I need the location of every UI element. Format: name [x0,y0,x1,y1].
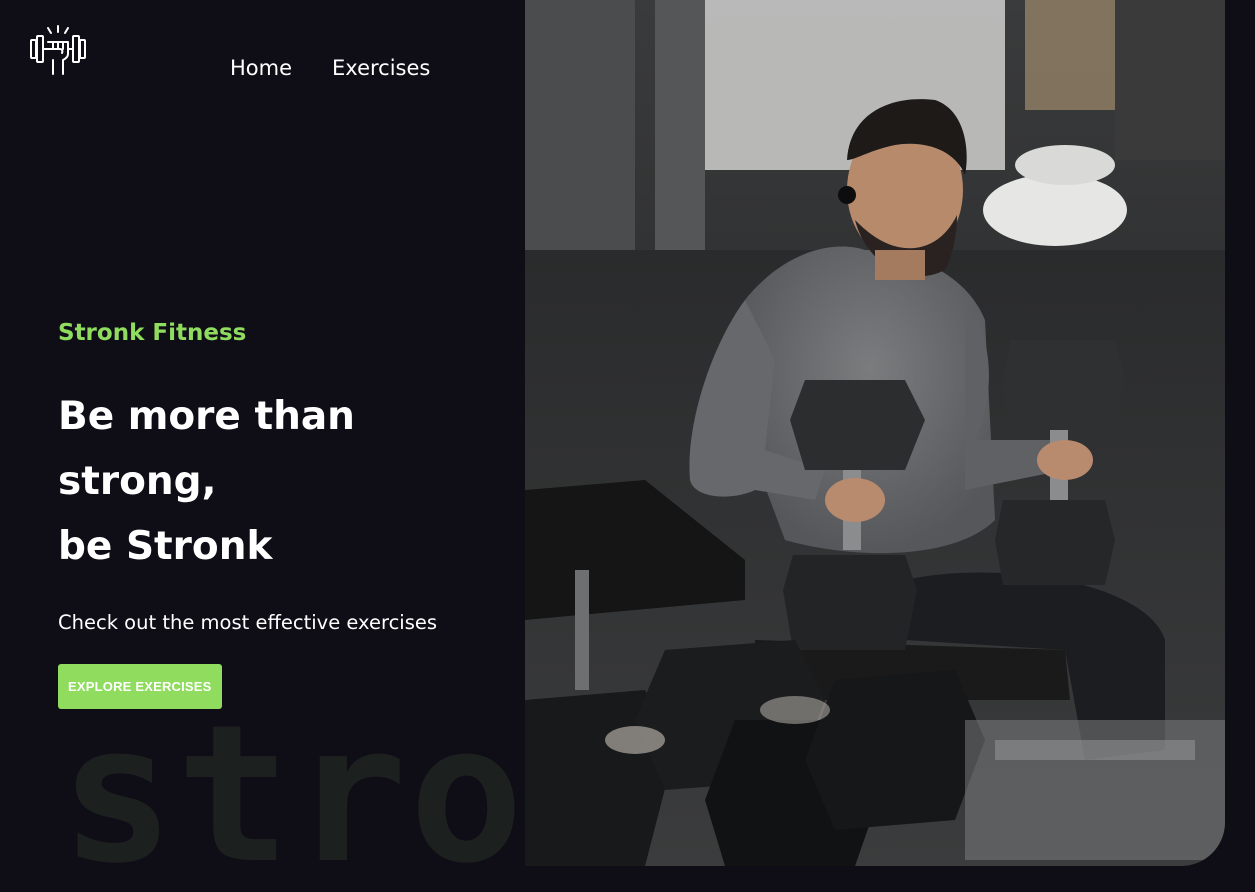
headline-line-2: be Stronk [58,524,273,569]
hero-text-block: Stronk Fitness Be more than strong, be S… [58,320,518,709]
brand-name: Stronk Fitness [58,320,247,346]
dumbbell-fist-icon[interactable] [28,24,88,78]
hero-subtext: Check out the most effective exercises [58,611,438,634]
hero-headline: Be more than strong, be Stronk [58,384,518,579]
main-nav: Home Exercises [230,56,430,80]
nav-exercises-link[interactable]: Exercises [332,56,430,80]
explore-exercises-button[interactable]: EXPLORE EXERCISES [58,664,222,709]
landing-page: Home Exercises stronk Stronk Fitness Be … [0,0,1255,892]
nav-home-link[interactable]: Home [230,56,292,80]
man-lifting-dumbbells-photo [525,0,1225,866]
headline-line-1: Be more than strong, [58,394,355,504]
